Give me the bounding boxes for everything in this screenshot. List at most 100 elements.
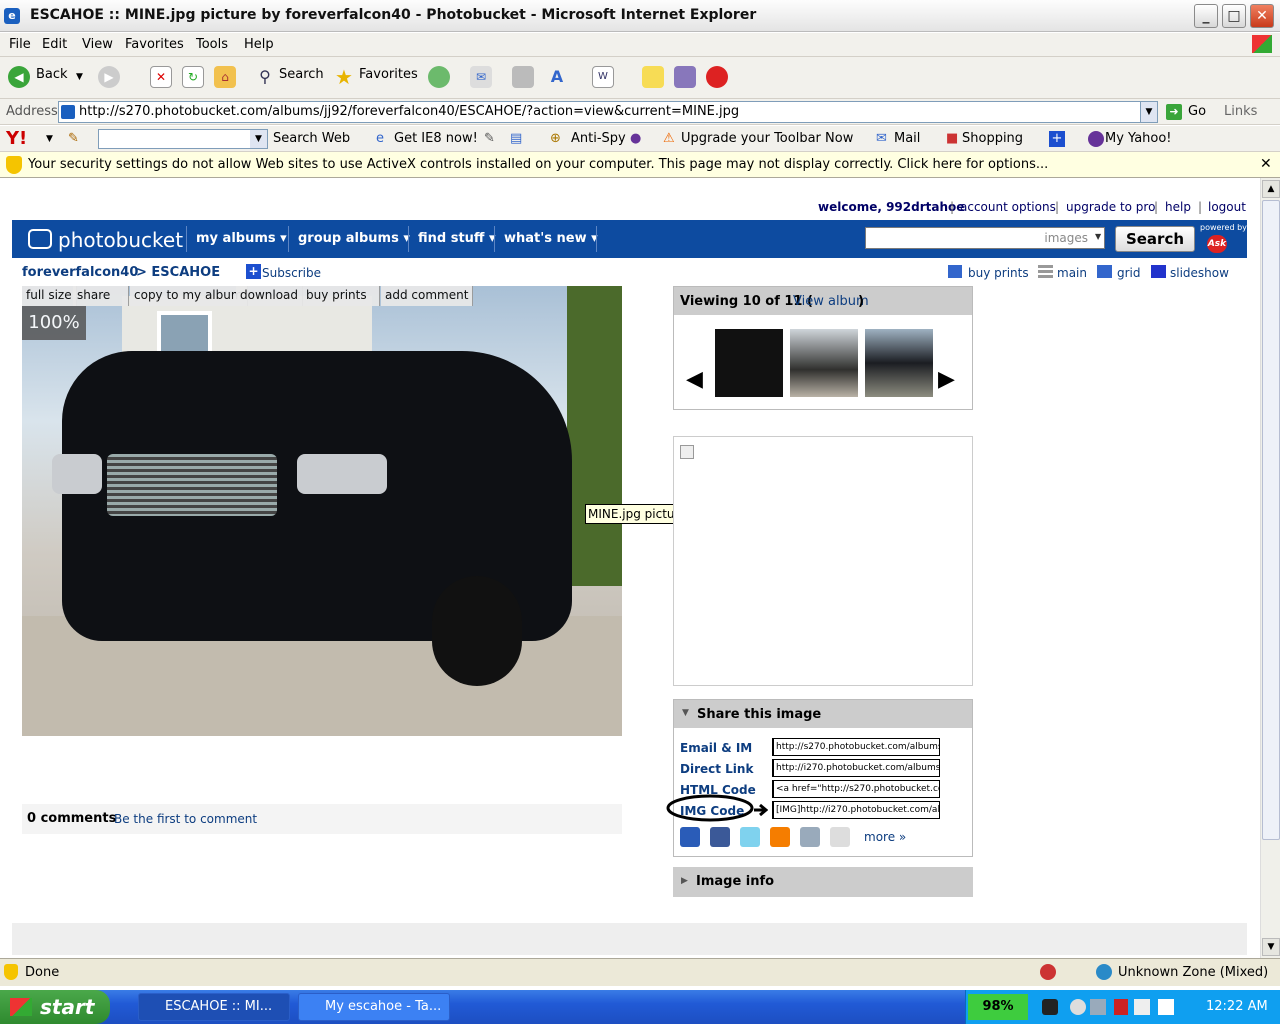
view-slideshow[interactable]: slideshow [1170, 266, 1229, 280]
subscribe-link[interactable]: Subscribe [262, 266, 321, 280]
info-bar-close-icon[interactable]: ✕ [1260, 156, 1272, 172]
yahoo-menu-dropdown-icon[interactable]: ▼ [46, 134, 53, 144]
address-dropdown-icon[interactable]: ▼ [1140, 102, 1157, 122]
clock[interactable]: 12:22 AM [1206, 999, 1268, 1014]
power-icon[interactable] [1042, 999, 1058, 1015]
scroll-down-icon[interactable]: ▼ [1262, 938, 1280, 956]
image-info-panel[interactable]: ▶ Image info [673, 867, 973, 897]
add-icon[interactable]: + [1049, 131, 1065, 147]
logout-link[interactable]: logout [1208, 200, 1246, 214]
search-icon[interactable]: ⚲ [254, 66, 276, 88]
my-yahoo-button[interactable]: My Yahoo! [1105, 131, 1172, 146]
task-escahoe[interactable]: ESCAHOE :: MI... [138, 993, 290, 1021]
yahoo-search-dropdown-icon[interactable]: ▼ [250, 130, 267, 148]
search-scope-dropdown-icon[interactable]: ▼ [1095, 232, 1101, 241]
font-size-icon[interactable]: A [546, 66, 568, 88]
download-button[interactable]: download [236, 286, 304, 306]
address-input[interactable]: http://s270.photobucket.com/albums/jj92/… [58, 101, 1158, 123]
nav-find-stuff[interactable]: find stuff ▾ [418, 231, 496, 246]
info-bar-text[interactable]: Your security settings do not allow Web … [28, 157, 1048, 172]
menu-favorites[interactable]: Favorites [125, 37, 184, 52]
security-info-bar[interactable]: Your security settings do not allow Web … [0, 152, 1280, 178]
go-arrow-icon[interactable]: ➜ [1166, 104, 1182, 120]
full-size-button[interactable]: full size [22, 286, 77, 306]
myspace-icon[interactable] [680, 827, 700, 847]
app-tray-icon[interactable] [1158, 999, 1174, 1015]
help-link[interactable]: help [1165, 200, 1191, 214]
yahoo-logo-icon[interactable]: Y! [6, 128, 27, 149]
site-search-button[interactable]: Search [1115, 226, 1195, 252]
go-button[interactable]: Go [1188, 104, 1206, 119]
account-options-link[interactable]: account options [960, 200, 1056, 214]
history-icon[interactable] [428, 66, 450, 88]
more-share-link[interactable]: more » [864, 830, 906, 844]
nav-whats-new[interactable]: what's new ▾ [504, 231, 598, 246]
ask-logo[interactable]: Ask [1207, 235, 1227, 253]
layout-icon[interactable]: ▤ [510, 131, 522, 146]
copy-to-album-button[interactable]: copy to my album [130, 286, 248, 306]
view-main[interactable]: main [1057, 266, 1087, 280]
nav-my-albums[interactable]: my albums ▾ [196, 231, 287, 246]
print-icon[interactable] [512, 66, 534, 88]
share-html-field[interactable]: <a href="http://s270.photobucket.com/a [772, 780, 940, 798]
research-icon[interactable] [674, 66, 696, 88]
favorites-button[interactable]: Favorites [359, 67, 418, 82]
yahoo-search-input[interactable] [98, 129, 268, 149]
share-button[interactable]: share [73, 286, 129, 306]
upgrade-toolbar-button[interactable]: Upgrade your Toolbar Now [681, 131, 853, 146]
messenger-icon[interactable] [706, 66, 728, 88]
next-arrow-icon[interactable]: ▶ [938, 367, 955, 392]
home-icon[interactable]: ⌂ [214, 66, 236, 88]
shopping-button[interactable]: Shopping [962, 131, 1023, 146]
breadcrumb-user[interactable]: foreverfalcon40 [22, 265, 138, 280]
close-button[interactable]: ✕ [1250, 4, 1274, 28]
main-photo[interactable] [22, 286, 622, 736]
breadcrumb-album[interactable]: > ESCAHOE [136, 265, 220, 280]
mail-button[interactable]: Mail [894, 131, 920, 146]
menu-tools[interactable]: Tools [196, 37, 228, 52]
menu-help[interactable]: Help [244, 37, 274, 52]
menu-view[interactable]: View [82, 37, 113, 52]
prev-arrow-icon[interactable]: ◀ [686, 367, 703, 392]
maximize-button[interactable]: □ [1222, 4, 1246, 28]
network-icon[interactable] [1090, 999, 1106, 1015]
notes-icon[interactable] [642, 66, 664, 88]
view-grid[interactable]: grid [1117, 266, 1141, 280]
add-comment-button[interactable]: add comment [381, 286, 474, 306]
forward-arrow-icon[interactable]: ▶ [98, 66, 120, 88]
volume-icon[interactable] [1134, 999, 1150, 1015]
scroll-up-icon[interactable]: ▲ [1262, 180, 1280, 198]
buy-prints-button[interactable]: buy prints [302, 286, 380, 306]
edit-icon[interactable]: ✎ [484, 131, 495, 146]
vertical-scrollbar[interactable]: ▲ ▼ [1260, 178, 1280, 958]
thumbnail-1[interactable] [715, 329, 783, 397]
links-button[interactable]: Links [1224, 104, 1257, 119]
view-buy-prints[interactable]: buy prints [968, 266, 1029, 280]
search-button[interactable]: Search [279, 67, 324, 82]
blogger-icon[interactable] [770, 827, 790, 847]
twitter-icon[interactable] [740, 827, 760, 847]
thumbnail-2[interactable] [790, 329, 858, 397]
search-web-button[interactable]: Search Web [273, 131, 350, 146]
mail-icon[interactable]: ✉ [470, 66, 492, 88]
back-dropdown-icon[interactable]: ▼ [76, 72, 83, 82]
favorites-star-icon[interactable]: ★ [333, 66, 355, 88]
subscribe-plus-icon[interactable]: + [246, 264, 261, 279]
edit-word-icon[interactable]: W [592, 66, 614, 88]
site-search-input[interactable]: images [865, 227, 1105, 249]
mic-icon[interactable]: ● [630, 131, 641, 146]
security-tray-icon[interactable] [1114, 999, 1128, 1015]
scroll-thumb[interactable] [1262, 200, 1280, 840]
email-icon[interactable] [830, 827, 850, 847]
link-icon[interactable] [800, 827, 820, 847]
nav-group-albums[interactable]: group albums ▾ [298, 231, 410, 246]
thumbnail-3[interactable] [865, 329, 933, 397]
tray-chevron-icon[interactable] [1070, 999, 1086, 1015]
facebook-icon[interactable] [710, 827, 730, 847]
photobucket-logo[interactable]: photobucket [58, 228, 183, 252]
stop-icon[interactable]: ✕ [150, 66, 172, 88]
refresh-icon[interactable]: ↻ [182, 66, 204, 88]
minimize-button[interactable]: _ [1194, 4, 1218, 28]
menu-edit[interactable]: Edit [42, 37, 67, 52]
share-img-field[interactable]: [IMG]http://i270.photobucket.com/album [772, 801, 940, 819]
